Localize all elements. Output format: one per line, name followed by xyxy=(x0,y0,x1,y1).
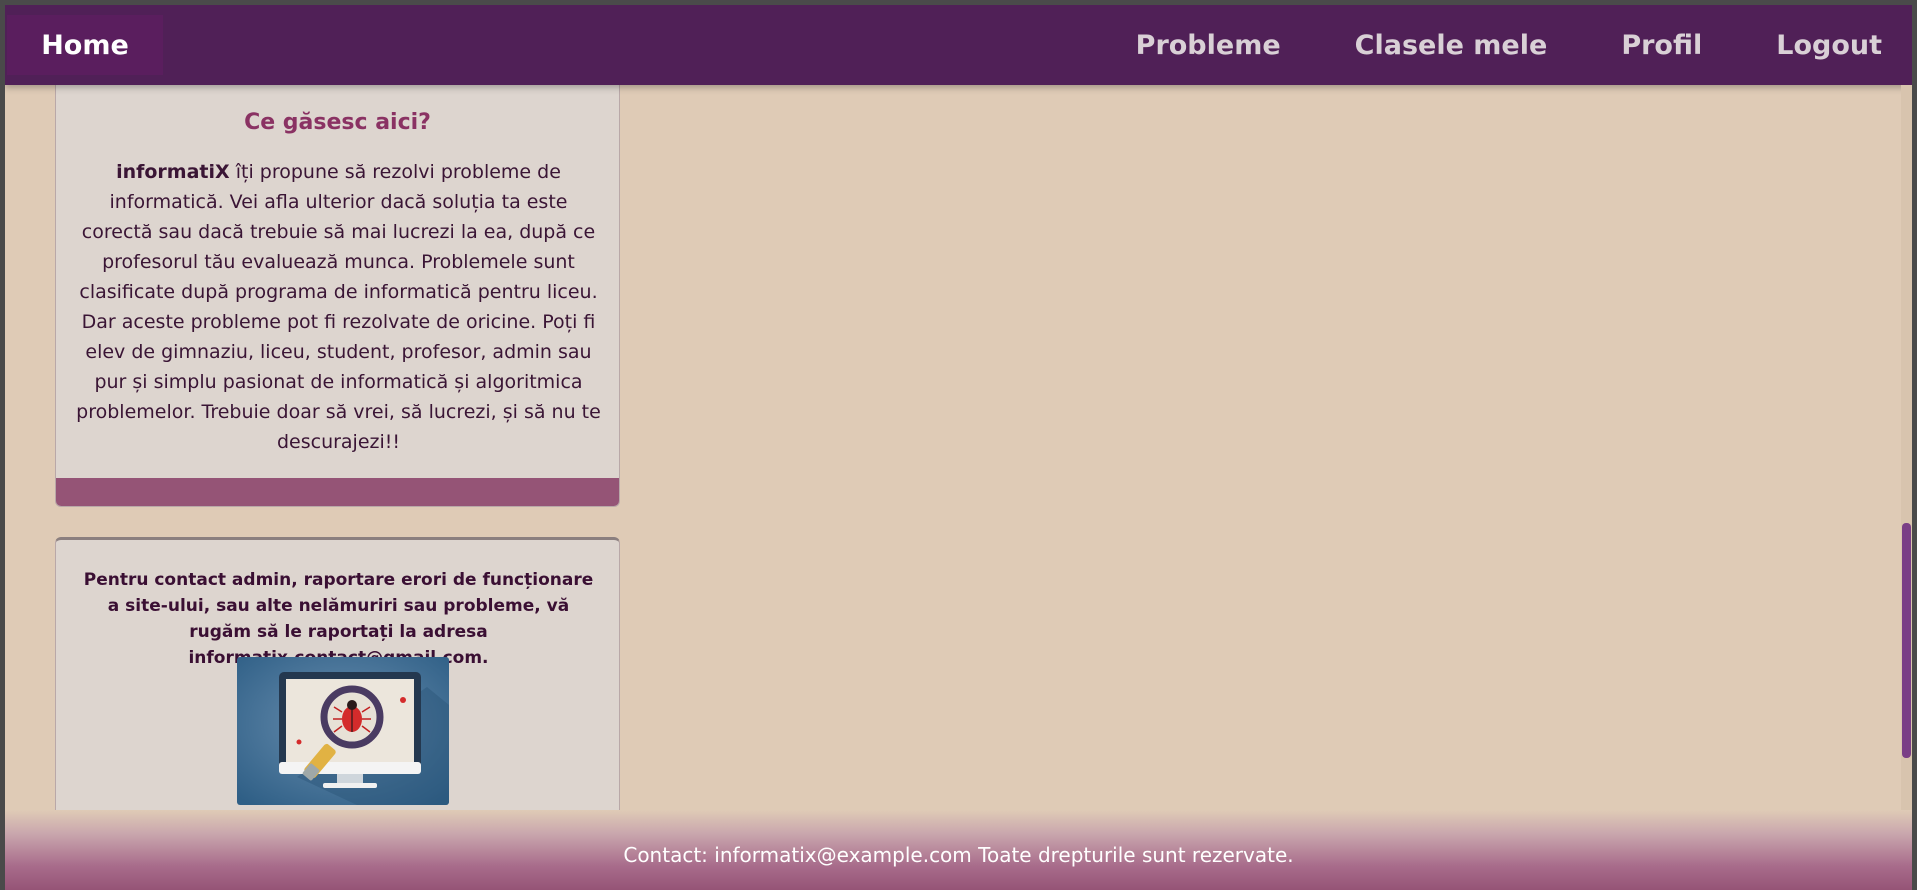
nav-home-link[interactable]: Home xyxy=(7,15,163,75)
nav-link-logout[interactable]: Logout xyxy=(1776,30,1882,61)
nav-link-probleme[interactable]: Probleme xyxy=(1136,30,1281,61)
scrollbar-thumb[interactable] xyxy=(1902,523,1911,758)
info-card-title: Ce găsesc aici? xyxy=(244,110,431,135)
top-navbar: Home Probleme Clasele mele Profil Logout xyxy=(5,5,1912,85)
nav-links: Probleme Clasele mele Profil Logout xyxy=(1136,5,1882,85)
browser-viewport: Home Probleme Clasele mele Profil Logout… xyxy=(5,5,1912,890)
bug-report-icon xyxy=(237,657,449,805)
nav-link-clasele-mele[interactable]: Clasele mele xyxy=(1355,30,1548,61)
brand-name: informatiX xyxy=(116,161,230,183)
info-card-text: informatiX îți propune să rezolvi proble… xyxy=(76,157,601,457)
page-footer: Contact: informatix@example.com Toate dr… xyxy=(5,810,1912,890)
nav-link-profil[interactable]: Profil xyxy=(1621,30,1702,61)
info-card-description: îți propune să rezolvi probleme de infor… xyxy=(76,161,601,453)
contact-card-text: Pentru contact admin, raportare erori de… xyxy=(83,570,594,668)
info-card-bottom-bar xyxy=(56,478,619,506)
footer-text: Contact: informatix@example.com Toate dr… xyxy=(623,843,1294,867)
info-card: Ce găsesc aici? informatiX îți propune s… xyxy=(55,65,620,507)
